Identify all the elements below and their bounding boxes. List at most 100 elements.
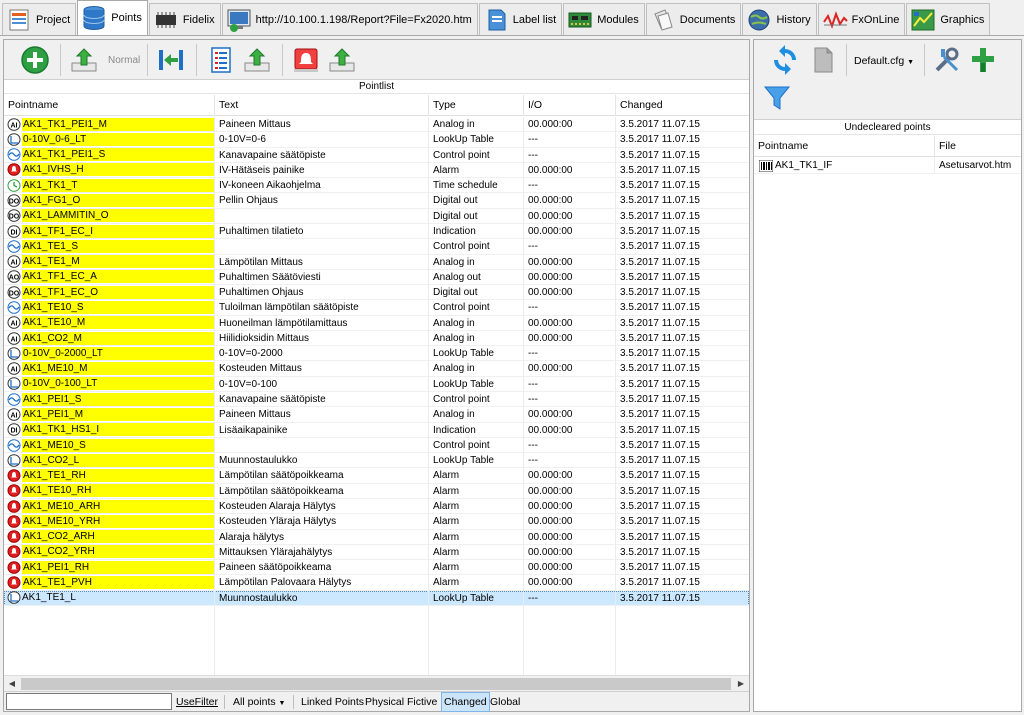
io-cell: 00.000:00 (523, 315, 615, 331)
upload-normal-button[interactable] (67, 44, 101, 76)
table-row[interactable]: AI AK1_TE10_M Huoneilman lämpötilamittaus A… (4, 315, 749, 331)
table-row[interactable]: AK1_TE1_PVH Lämpötilan Palovaara Hälytys A… (4, 575, 749, 591)
table-row[interactable]: AI AK1_CO2_M Hiilidioksidin Mittaus Analog … (4, 330, 749, 347)
changed-cell: 3.5.2017 11.07.15 (615, 117, 749, 133)
tab-http-10-100-1-198-report-file-[interactable]: http://10.100.1.198/Report?File=Fx2020.h… (221, 3, 478, 35)
table-row[interactable]: DO AK1_FG1_O Pellin Ohjaus Digital out 00.00… (4, 193, 749, 209)
pointname-cell: 0-10V_0-100_LT (4, 377, 214, 393)
scrollbar-thumb[interactable] (21, 678, 731, 690)
fictive-button[interactable]: Fictive (407, 692, 437, 712)
table-row[interactable]: AI AK1_TK1_PEI1_M Paineen Mittaus Analog in… (4, 117, 749, 133)
document-button[interactable] (806, 44, 840, 76)
column-header-type[interactable]: Type (428, 95, 523, 116)
tab-history[interactable]: History (742, 3, 817, 35)
table-row[interactable]: AK1_TE1_RH Lämpötilan säätöpoikkeama Alarm… (4, 468, 749, 484)
tab-fidelix[interactable]: Fidelix (148, 3, 221, 35)
text-cell: Puhaltimen Säätöviesti (214, 269, 428, 286)
changed-button[interactable]: Changed (441, 692, 490, 712)
pointlist-panel: Normal Pointlist Pointname Text Type I/O… (3, 39, 750, 712)
undeclared-row[interactable]: AK1_TK1_IF Asetusarvot.htm (754, 158, 1021, 174)
column-header-io[interactable]: I/O (523, 95, 615, 116)
filter-button[interactable] (760, 82, 794, 114)
use-filter-button[interactable]: UseFilter (176, 692, 218, 712)
io-cell: 00.000:00 (523, 468, 615, 484)
tab-graphics[interactable]: Graphics (906, 3, 991, 35)
link-points-button[interactable] (154, 44, 188, 76)
tab-points[interactable]: Points (77, 0, 148, 35)
table-row[interactable]: AO AK1_TF1_EC_A Puhaltimen Säätöviesti Anal… (4, 269, 749, 286)
horizontal-scrollbar[interactable]: ◀ ▶ (4, 675, 749, 691)
table-row[interactable]: AK1_PEI1_S Kanavapaine säätöpiste Control … (4, 392, 749, 408)
tab-fxonline[interactable]: FxOnLine (817, 3, 906, 35)
type-cell: Analog in (428, 330, 523, 347)
alarm-icon (7, 545, 21, 559)
text-cell: Alaraja hälytys (214, 529, 428, 545)
analog-in-icon: AI (7, 255, 21, 268)
analog-in-icon: AI (7, 316, 21, 330)
table-row[interactable]: AK1_CO2_L Muunnostaulukko LookUp Table --- 3… (4, 453, 749, 469)
table-row[interactable]: AK1_IVHS_H IV-Hätäseis painike Alarm 00.000… (4, 162, 749, 179)
table-row[interactable]: AK1_TK1_T IV-koneen Aikaohjelma Time sched… (4, 178, 749, 194)
scroll-right-icon[interactable]: ▶ (733, 677, 749, 691)
table-row[interactable]: 0-10V_0-2000_LT 0-10V=0-2000 LookUp Table -… (4, 346, 749, 362)
filter-input[interactable] (6, 693, 172, 710)
database-icon (81, 5, 107, 31)
table-row[interactable]: AK1_CO2_YRH Mittauksen Ylärajahälytys Alar… (4, 544, 749, 561)
global-button[interactable]: Global (490, 692, 520, 712)
add-link-button[interactable] (966, 44, 1000, 76)
linked-points-button[interactable]: Linked Points (301, 692, 364, 712)
column-header-text[interactable]: Text (214, 95, 428, 116)
table-row[interactable]: AI AK1_TE1_M Lämpötilan Mittaus Analog in 00… (4, 254, 749, 270)
column-header-file[interactable]: File (934, 136, 1021, 157)
column-header-changed[interactable]: Changed (615, 95, 749, 116)
table-row[interactable]: AK1_TE10_RH Lämpötilan säätöpoikkeama Alar… (4, 483, 749, 500)
table-row[interactable]: DI AK1_TF1_EC_I Puhaltimen tilatieto Indica… (4, 223, 749, 240)
scroll-left-icon[interactable]: ◀ (4, 677, 20, 691)
upload-list-button[interactable] (240, 44, 274, 76)
pointname-cell: AI AK1_PEI1_M (4, 407, 214, 423)
type-cell: Alarm (428, 514, 523, 530)
tab-documents[interactable]: Documents (645, 3, 742, 35)
svg-text:DO: DO (9, 198, 20, 205)
text-cell (214, 239, 428, 255)
type-cell: LookUp Table (428, 132, 523, 148)
table-row[interactable]: DO AK1_LAMMITIN_O Digital out 00.000:00 3.5.… (4, 208, 749, 224)
pointname-cell: AK1_ME10_YRH (4, 514, 214, 530)
table-row[interactable]: AI AK1_ME10_M Kosteuden Mittaus Analog in 00… (4, 361, 749, 377)
tab-label-list[interactable]: Label list (478, 3, 563, 35)
analog-in-icon: AI (7, 117, 21, 131)
pointname-cell: DI AK1_TF1_EC_I (4, 224, 214, 240)
upload-alarm-button[interactable] (325, 44, 359, 76)
tab-modules[interactable]: Modules (563, 3, 645, 35)
io-cell: 00.000:00 (523, 223, 615, 240)
table-row[interactable]: 0-10V_0-100_LT 0-10V=0-100 LookUp Table ---… (4, 376, 749, 393)
text-cell: Mittauksen Ylärajahälytys (214, 544, 428, 561)
changed-cell: 3.5.2017 11.07.15 (615, 330, 749, 347)
refresh-button[interactable] (768, 44, 802, 76)
table-row[interactable]: AK1_TE10_S Tuloilman lämpötilan säätöpist… (4, 300, 749, 316)
list-view-button[interactable] (204, 44, 238, 76)
physical-button[interactable]: Physical (365, 692, 404, 712)
table-row[interactable]: 0-10V_0-6_LT 0-10V=0-6 LookUp Table --- 3.5.… (4, 132, 749, 148)
all-points-dropdown[interactable]: All points ▼ (233, 692, 285, 712)
table-row[interactable]: AK1_ME10_YRH Kosteuden Yläraja Hälytys Ala… (4, 514, 749, 530)
table-row[interactable]: AI AK1_PEI1_M Paineen Mittaus Analog in 00.0… (4, 407, 749, 423)
tools-button[interactable] (930, 44, 964, 76)
table-row[interactable]: AK1_PEI1_RH Paineen säätöpoikkeama Alarm 00… (4, 560, 749, 576)
table-row[interactable]: AK1_ME10_S Control point --- 3.5.2017 11.07… (4, 437, 749, 454)
table-row[interactable]: DO AK1_TF1_EC_O Puhaltimen Ohjaus Digital o… (4, 285, 749, 301)
config-dropdown[interactable]: Default.cfg ▼ (854, 53, 914, 69)
table-row[interactable]: AK1_TK1_PEI1_S Kanavapaine säätöpiste Cont… (4, 147, 749, 163)
io-cell: 00.000:00 (523, 285, 615, 301)
alarm-button[interactable] (289, 44, 323, 76)
column-header-pointname[interactable]: Pointname (4, 95, 214, 116)
table-row[interactable]: AK1_CO2_ARH Alaraja hälytys Alarm 00.000:00… (4, 529, 749, 545)
type-cell: Digital out (428, 285, 523, 301)
table-row[interactable]: AK1_TE1_L Muunnostaulukko LookUp Table --- 3… (4, 590, 749, 606)
tab-project[interactable]: Project (2, 3, 77, 35)
table-row[interactable]: AK1_TE1_S Control point --- 3.5.2017 11.07.… (4, 239, 749, 255)
add-point-button[interactable] (18, 44, 52, 76)
column-header-pointname[interactable]: Pointname (754, 136, 934, 157)
table-row[interactable]: DI AK1_TK1_HS1_I Lisäaikapainike Indication… (4, 422, 749, 438)
table-row[interactable]: AK1_ME10_ARH Kosteuden Alaraja Hälytys Ala… (4, 499, 749, 515)
